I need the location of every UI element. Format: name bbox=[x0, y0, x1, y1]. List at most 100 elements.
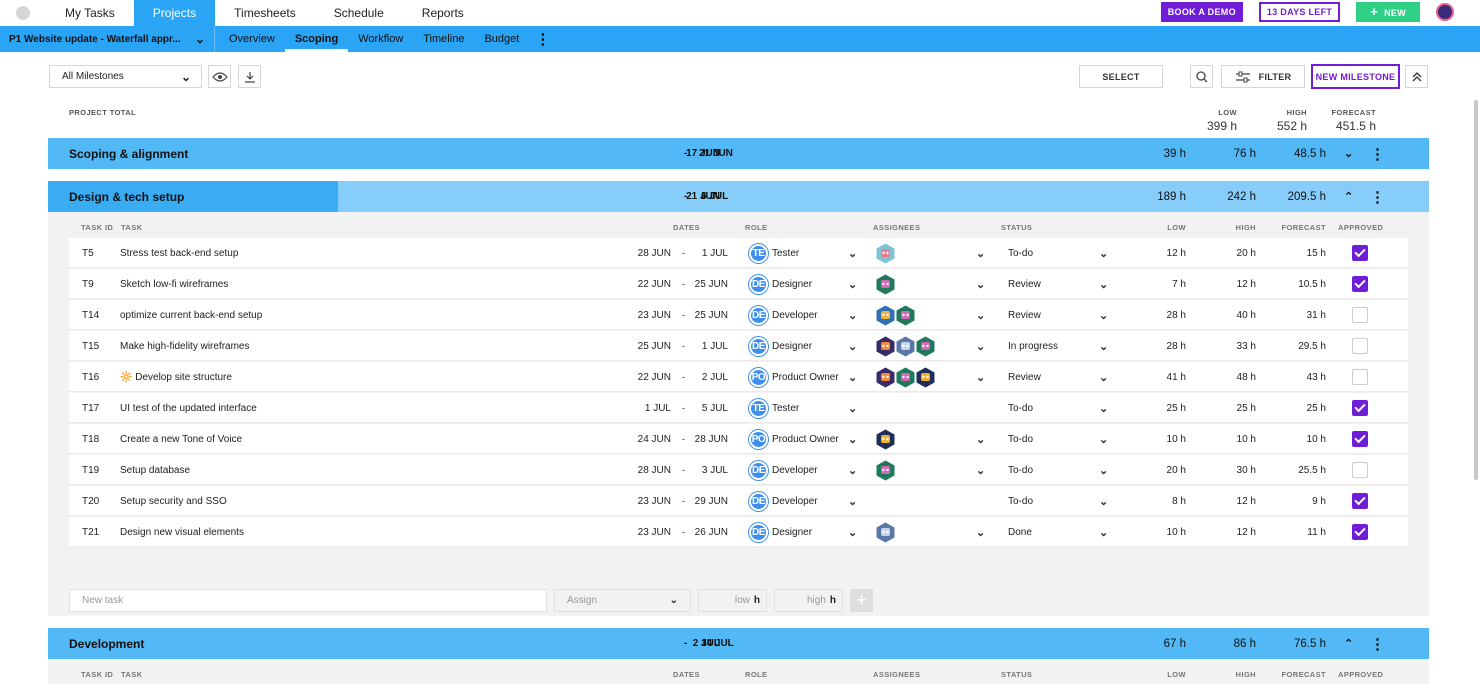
task-high[interactable]: 12 h bbox=[1237, 269, 1256, 299]
chevron-down-icon[interactable]: ⌄ bbox=[848, 486, 857, 516]
tab-budget[interactable]: Budget bbox=[474, 26, 529, 52]
chevron-up-icon[interactable]: ⌃ bbox=[1344, 637, 1353, 650]
tab-timeline[interactable]: Timeline bbox=[413, 26, 474, 52]
task-low[interactable]: 41 h bbox=[1167, 362, 1186, 392]
chevron-down-icon[interactable]: ⌄ bbox=[848, 269, 857, 299]
task-end-date[interactable]: 28 JUN bbox=[695, 424, 728, 454]
task-start-date[interactable]: 23 JUN bbox=[638, 486, 671, 516]
chevron-down-icon[interactable]: ⌄ bbox=[976, 517, 985, 547]
task-assignees[interactable] bbox=[876, 238, 895, 268]
task-high[interactable]: 30 h bbox=[1237, 455, 1256, 485]
task-role[interactable]: DE Designer bbox=[749, 331, 812, 361]
task-name[interactable]: UI test of the updated interface bbox=[120, 393, 257, 423]
task-end-date[interactable]: 29 JUN bbox=[695, 486, 728, 516]
more-vertical-icon[interactable]: ⋮ bbox=[529, 30, 555, 48]
task-status[interactable]: To-do bbox=[1008, 455, 1033, 485]
task-low[interactable]: 8 h bbox=[1172, 486, 1186, 516]
task-end-date[interactable]: 1 JUL bbox=[702, 331, 728, 361]
chevron-down-icon[interactable]: ⌄ bbox=[848, 300, 857, 330]
task-status[interactable]: To-do bbox=[1008, 424, 1033, 454]
task-role[interactable]: DE Developer bbox=[749, 300, 818, 330]
page-scrollbar[interactable] bbox=[1474, 100, 1478, 480]
task-start-date[interactable]: 22 JUN bbox=[638, 362, 671, 392]
chevron-down-icon[interactable]: ⌄ bbox=[848, 393, 857, 423]
chevron-down-icon[interactable]: ⌄ bbox=[1099, 331, 1108, 361]
chevron-down-icon[interactable]: ⌄ bbox=[848, 517, 857, 547]
nav-my-tasks[interactable]: My Tasks bbox=[46, 0, 134, 26]
trial-days-button[interactable]: 13 DAYS LEFT bbox=[1258, 2, 1341, 22]
tab-scoping[interactable]: Scoping bbox=[284, 26, 349, 52]
task-assignees[interactable] bbox=[876, 455, 895, 485]
collapse-all-button[interactable] bbox=[1405, 65, 1428, 88]
chevron-down-icon[interactable]: ⌄ bbox=[976, 424, 985, 454]
approved-checkbox[interactable] bbox=[1352, 431, 1368, 447]
assign-select[interactable]: Assign ⌄ bbox=[554, 589, 691, 612]
task-low[interactable]: 25 h bbox=[1167, 393, 1186, 423]
task-row[interactable]: T14 optimize current back-end setup 23 JUN… bbox=[69, 300, 1408, 330]
chevron-down-icon[interactable]: ⌄ bbox=[976, 238, 985, 268]
task-assignees[interactable] bbox=[876, 300, 915, 330]
task-start-date[interactable]: 25 JUN bbox=[638, 331, 671, 361]
task-high[interactable]: 25 h bbox=[1237, 393, 1256, 423]
chevron-down-icon[interactable]: ⌄ bbox=[848, 331, 857, 361]
task-low[interactable]: 20 h bbox=[1167, 455, 1186, 485]
task-role[interactable]: DE Developer bbox=[749, 455, 818, 485]
task-end-date[interactable]: 2 JUL bbox=[702, 362, 728, 392]
chevron-down-icon[interactable]: ⌄ bbox=[1099, 362, 1108, 392]
task-name[interactable]: Design new visual elements bbox=[120, 517, 244, 547]
task-start-date[interactable]: 22 JUN bbox=[638, 269, 671, 299]
chevron-down-icon[interactable]: ⌄ bbox=[848, 455, 857, 485]
approved-checkbox[interactable] bbox=[1352, 524, 1368, 540]
task-name[interactable]: Sketch low-fi wireframes bbox=[120, 269, 228, 299]
chevron-down-icon[interactable]: ⌄ bbox=[1099, 393, 1108, 423]
task-row[interactable]: T9 Sketch low-fi wireframes 22 JUN -25 JUN D… bbox=[69, 269, 1408, 299]
new-button[interactable]: + NEW bbox=[1356, 2, 1420, 22]
task-high[interactable]: 40 h bbox=[1237, 300, 1256, 330]
more-vertical-icon[interactable]: ⋮ bbox=[1370, 145, 1385, 163]
milestone-design[interactable]: Design & tech setup 21 JUN - 6 JUL 189 h… bbox=[48, 181, 1429, 212]
project-selector[interactable]: P1 Website update - Waterfall appr... ⌄ bbox=[0, 26, 215, 52]
task-row[interactable]: T19 Setup database 28 JUN - 3 JUL DE Developer… bbox=[69, 455, 1408, 485]
task-end-date[interactable]: 25 JUN bbox=[695, 300, 728, 330]
task-end-date[interactable]: 1 JUL bbox=[702, 238, 728, 268]
task-assignees[interactable] bbox=[876, 424, 895, 454]
task-status[interactable]: In progress bbox=[1008, 331, 1058, 361]
task-low[interactable]: 28 h bbox=[1167, 300, 1186, 330]
search-button[interactable] bbox=[1190, 65, 1213, 88]
task-start-date[interactable]: 23 JUN bbox=[638, 300, 671, 330]
chevron-down-icon[interactable]: ⌄ bbox=[976, 331, 985, 361]
app-logo-icon[interactable] bbox=[0, 0, 46, 26]
nav-projects[interactable]: Projects bbox=[133, 0, 216, 26]
task-row[interactable]: T16 🔆 Develop site structure 22 JUN - 2 JUL P… bbox=[69, 362, 1408, 392]
chevron-down-icon[interactable]: ⌄ bbox=[1099, 517, 1108, 547]
task-end-date[interactable]: 3 JUL bbox=[702, 455, 728, 485]
task-high[interactable]: 33 h bbox=[1237, 331, 1256, 361]
task-name[interactable]: optimize current back-end setup bbox=[120, 300, 262, 330]
approved-checkbox[interactable] bbox=[1352, 338, 1368, 354]
task-high[interactable]: 10 h bbox=[1237, 424, 1256, 454]
chevron-down-icon[interactable]: ⌄ bbox=[1099, 300, 1108, 330]
filter-button[interactable]: FILTER bbox=[1221, 65, 1305, 88]
task-row[interactable]: T17 UI test of the updated interface 1 JUL… bbox=[69, 393, 1408, 423]
new-milestone-button[interactable]: NEW MILESTONE bbox=[1311, 64, 1400, 89]
task-end-date[interactable]: 26 JUN bbox=[695, 517, 728, 547]
task-row[interactable]: T5 Stress test back-end setup 28 JUN - 1 JUL… bbox=[69, 238, 1408, 268]
task-status[interactable]: Done bbox=[1008, 517, 1032, 547]
task-high[interactable]: 12 h bbox=[1237, 486, 1256, 516]
task-start-date[interactable]: 28 JUN bbox=[638, 238, 671, 268]
task-row[interactable]: T21 Design new visual elements 23 JUN -26 J… bbox=[69, 517, 1408, 547]
chevron-down-icon[interactable]: ⌄ bbox=[848, 362, 857, 392]
chevron-down-icon[interactable]: ⌄ bbox=[976, 455, 985, 485]
task-assignees[interactable] bbox=[876, 269, 895, 299]
chevron-up-icon[interactable]: ⌃ bbox=[1344, 190, 1353, 203]
chevron-down-icon[interactable]: ⌄ bbox=[1099, 238, 1108, 268]
nav-reports[interactable]: Reports bbox=[403, 0, 483, 26]
task-assignees[interactable] bbox=[876, 517, 895, 547]
approved-checkbox[interactable] bbox=[1352, 400, 1368, 416]
task-role[interactable]: DE Designer bbox=[749, 269, 812, 299]
approved-checkbox[interactable] bbox=[1352, 245, 1368, 261]
task-status[interactable]: Review bbox=[1008, 362, 1041, 392]
task-role[interactable]: PO Product Owner bbox=[749, 362, 839, 392]
tab-workflow[interactable]: Workflow bbox=[348, 26, 413, 52]
more-vertical-icon[interactable]: ⋮ bbox=[1370, 188, 1385, 206]
